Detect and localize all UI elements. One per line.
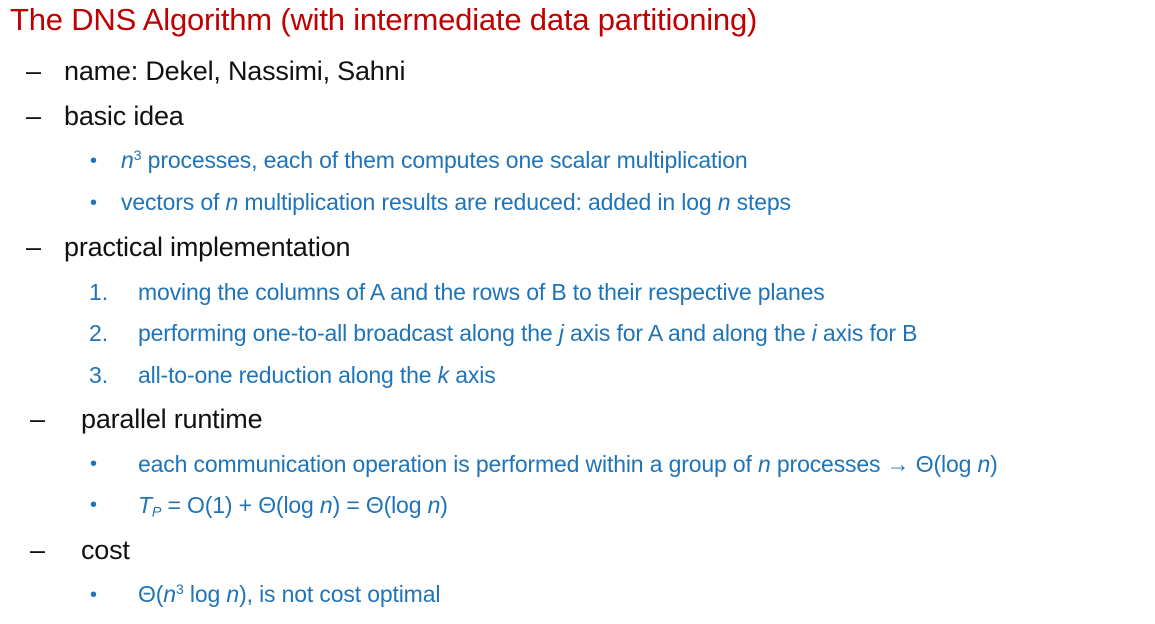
- var-n: n: [977, 451, 991, 477]
- bullet-marker: •: [90, 150, 98, 172]
- step-number: 2.: [89, 320, 109, 346]
- text: axis for B: [816, 320, 918, 346]
- text: processes: [770, 451, 887, 477]
- var-n: n: [225, 189, 239, 215]
- subscript: P: [151, 504, 162, 521]
- var-n: n: [319, 492, 333, 518]
- bullet-marker: •: [90, 192, 98, 214]
- practical-step-3: all-to-one reduction along the k axis: [138, 362, 496, 389]
- text: vectors of: [121, 189, 226, 215]
- text: ) = Θ(log: [332, 492, 428, 518]
- text: performing one-to-all broadcast along th…: [138, 320, 559, 346]
- var-t: T: [138, 492, 152, 518]
- step-number: 1.: [89, 279, 109, 305]
- var-k: k: [437, 362, 450, 388]
- basic-idea-bullet-2: vectors of n multiplication results are …: [121, 189, 791, 216]
- dash-marker: –: [30, 404, 46, 434]
- practical-step-2: performing one-to-all broadcast along th…: [138, 320, 917, 347]
- basic-idea-bullet-1: n3 processes, each of them computes one …: [121, 147, 748, 174]
- item-name: name: Dekel, Nassimi, Sahni: [64, 56, 406, 86]
- text: steps: [730, 189, 791, 215]
- var-n: n: [121, 147, 134, 173]
- runtime-bullet-2: TP = O(1) + Θ(log n) = Θ(log n): [138, 492, 448, 521]
- dash-marker: –: [26, 101, 42, 131]
- dash-marker: –: [26, 56, 42, 86]
- bullet-marker: •: [90, 584, 98, 606]
- var-n: n: [163, 581, 176, 607]
- bullet-marker: •: [90, 453, 98, 475]
- item-basic-idea: basic idea: [64, 101, 184, 131]
- step-number: 3.: [89, 362, 109, 388]
- text: Θ(: [138, 581, 164, 607]
- text: multiplication results are reduced: adde…: [238, 189, 718, 215]
- text: all-to-one reduction along the: [138, 362, 438, 388]
- arrow-right-icon: →: [886, 451, 910, 477]
- text: each communication operation is performe…: [138, 451, 759, 477]
- text: ), is not cost optimal: [239, 581, 441, 607]
- var-n: n: [758, 451, 771, 477]
- item-cost: cost: [81, 535, 130, 565]
- var-n: n: [427, 492, 441, 518]
- text: ): [440, 492, 448, 518]
- bullet-marker: •: [90, 494, 98, 516]
- text: axis: [449, 362, 496, 388]
- text: = O(1) + Θ(log: [161, 492, 320, 518]
- text: log: [183, 581, 227, 607]
- text: ): [990, 451, 998, 477]
- practical-step-1: moving the columns of A and the rows of …: [138, 279, 825, 305]
- slide-title: The DNS Algorithm (with intermediate dat…: [10, 2, 758, 37]
- dash-marker: –: [26, 232, 42, 262]
- text: Θ(log: [909, 451, 978, 477]
- text: axis for A and along the: [563, 320, 812, 346]
- item-practical-implementation: practical implementation: [64, 232, 351, 262]
- item-parallel-runtime: parallel runtime: [81, 404, 263, 434]
- dash-marker: –: [30, 535, 46, 565]
- slide: The DNS Algorithm (with intermediate dat…: [0, 0, 1155, 624]
- var-n: n: [717, 189, 731, 215]
- cost-bullet-1: Θ(n3 log n), is not cost optimal: [138, 581, 440, 608]
- var-n: n: [226, 581, 240, 607]
- text: processes, each of them computes one sca…: [141, 147, 748, 173]
- runtime-bullet-1: each communication operation is performe…: [138, 451, 998, 478]
- exponent: 3: [175, 582, 184, 599]
